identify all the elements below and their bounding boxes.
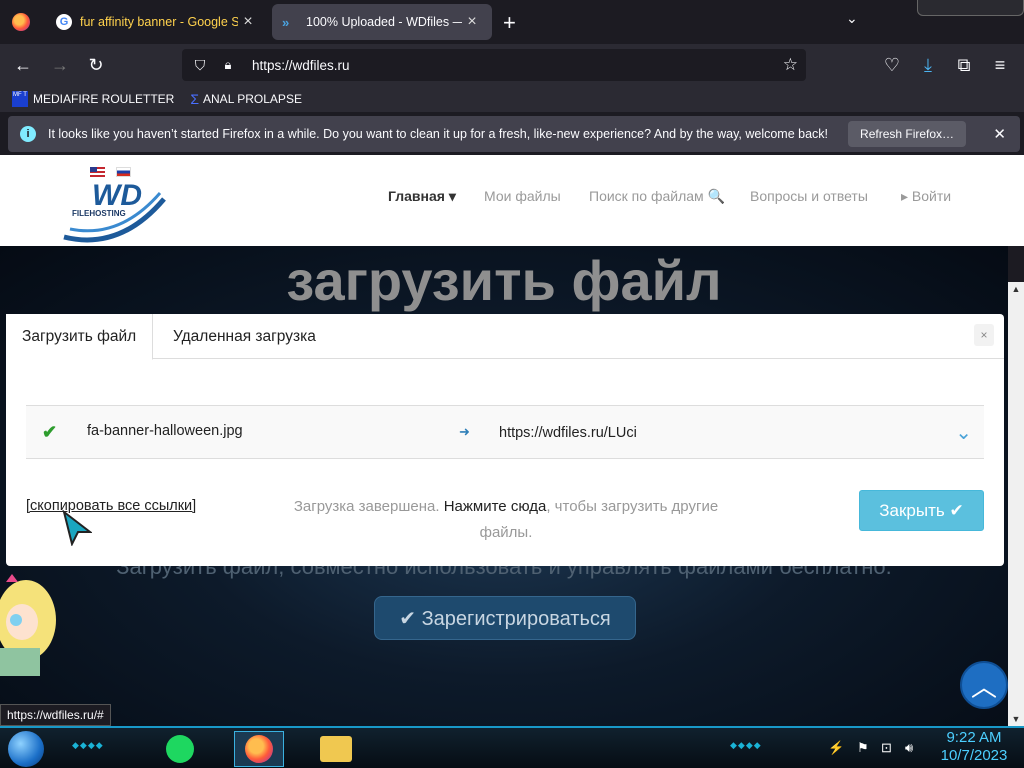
tab-upload-file[interactable]: Загрузить файл (6, 314, 154, 360)
status-text: Загрузка завершена. (293, 498, 444, 515)
copy-all-links[interactable]: [скопировать все ссылки] (26, 498, 196, 514)
logo-swoosh (63, 192, 166, 243)
nav-faq[interactable]: Вопросы и ответы (750, 188, 868, 204)
upload-modal: Загрузить файл Удаленная загрузка × ✔ fa… (6, 314, 1004, 566)
firefox-taskbar-app[interactable] (234, 731, 284, 767)
firefox-icon (245, 735, 273, 763)
tab-google[interactable]: G fur affinity banner - Google Sea × (46, 4, 268, 40)
site-header: WD FILEHOSTING Главная ▾ Мои файлы Поиск… (0, 155, 1024, 246)
tab-wdfiles[interactable]: » 100% Uploaded - WDfiles — фа × (272, 4, 492, 40)
chevron-down-icon[interactable]: ⌄ (955, 420, 972, 445)
tab-title: 100% Uploaded - WDfiles — фа (306, 15, 462, 29)
pocket-icon[interactable]: ♡ (879, 52, 905, 78)
uploaded-file-row: ✔ fa-banner-halloween.jpg ➜ https://wdfi… (26, 405, 984, 459)
taskbar-decoration: ◆◆◆◆ (730, 740, 762, 750)
nav-login[interactable]: ▸ Войти (901, 188, 951, 205)
volume-icon[interactable]: 🔊︎ (905, 740, 913, 756)
forward-icon[interactable]: → (47, 52, 73, 78)
tray-app-icon[interactable]: ⚡ (828, 740, 844, 756)
folder-icon (320, 736, 352, 762)
bookmarks-bar: MF T MEDIAFIRE ROULETTER Σ ANAL PROLAPSE (0, 86, 1024, 112)
refresh-firefox-button[interactable]: Refresh Firefox… (848, 121, 967, 147)
page-scrollbar[interactable]: ▲ ▼ (1008, 282, 1024, 726)
nav-search[interactable]: Поиск по файлам 🔍 (589, 188, 725, 205)
status-link-text: https://wdfiles.ru/# (0, 704, 111, 726)
scroll-to-top-button[interactable]: ︿ (960, 661, 1008, 709)
firefox-view-icon[interactable] (12, 13, 30, 31)
sigma-icon: Σ (190, 91, 200, 107)
info-icon: i (20, 126, 36, 142)
tab-strip: G fur affinity banner - Google Sea × » 1… (0, 0, 1024, 44)
hero-title: загрузить файл (286, 249, 722, 312)
mouse-cursor (62, 510, 92, 546)
bookmark-star-icon[interactable]: ☆ (783, 55, 798, 75)
notification-text: It looks like you haven’t started Firefo… (48, 127, 829, 141)
tab-close-icon[interactable]: × (462, 13, 482, 31)
arrow-right-icon: ➜ (459, 424, 470, 439)
firefox-notification-bar: i It looks like you haven’t started Fire… (8, 116, 1020, 152)
new-tab-icon[interactable]: + (503, 10, 516, 36)
nav-bar: ← → ↻ ⛉ 🔒︎ https://wdfiles.ru ☆ ♡ ⤓ ⧉ ≡ (0, 44, 1024, 86)
modal-tabs: Загрузить файл Удаленная загрузка × (6, 314, 1004, 360)
spotify-icon (166, 735, 194, 763)
bookmark-mediafire[interactable]: MF T MEDIAFIRE ROULETTER (12, 91, 174, 107)
tab-title: fur affinity banner - Google Sea (80, 15, 238, 29)
wdfiles-favicon-icon: » (282, 14, 290, 30)
start-button[interactable] (8, 731, 44, 767)
nav-home[interactable]: Главная ▾ (388, 188, 456, 205)
close-button[interactable]: Закрыть ✔ (859, 490, 984, 531)
clock-time: 9:22 AM (946, 729, 1002, 746)
bookmark-label: ANAL PROLAPSE (203, 92, 302, 106)
window-controls[interactable] (917, 0, 1024, 16)
register-button[interactable]: ✔ Зарегистрироваться (374, 596, 636, 640)
scroll-down-icon[interactable]: ▼ (1008, 714, 1024, 724)
list-all-tabs-icon[interactable]: ⌄ (846, 10, 858, 27)
url-text[interactable]: https://wdfiles.ru (252, 58, 350, 73)
scroll-up-icon[interactable]: ▲ (1008, 284, 1024, 294)
close-icon[interactable]: ✕ (993, 125, 1006, 143)
site-logo[interactable]: WD FILEHOSTING (60, 179, 170, 243)
nav-my-files[interactable]: Мои файлы (484, 188, 561, 204)
lock-icon[interactable]: 🔒︎ (218, 57, 238, 73)
back-icon[interactable]: ← (10, 52, 36, 78)
taskbar: ◆◆◆◆ ◆◆◆◆ ⚡ ⚑ ⊡ 🔊︎ 9:22 AM 10/7/2023 (0, 726, 1024, 768)
system-clock[interactable]: 9:22 AM 10/7/2023 (930, 729, 1018, 765)
extensions-icon[interactable]: ⧉ (951, 52, 977, 78)
tab-remote-upload[interactable]: Удаленная загрузка (157, 314, 332, 359)
download-icon[interactable]: ⤓ (915, 52, 941, 78)
file-link[interactable]: https://wdfiles.ru/LUci (499, 425, 637, 441)
url-bar[interactable]: ⛉ 🔒︎ https://wdfiles.ru ☆ (182, 49, 806, 81)
upload-status: Загрузка завершена. Нажмите сюда, чтобы … (276, 494, 736, 546)
spotify-taskbar-app[interactable] (160, 731, 200, 767)
tab-close-icon[interactable]: × (238, 13, 258, 31)
modal-close-icon[interactable]: × (974, 324, 994, 346)
network-icon[interactable]: ⊡ (881, 740, 892, 756)
upload-more-link[interactable]: Нажмите сюда (444, 498, 547, 515)
file-explorer-taskbar-app[interactable] (316, 731, 356, 767)
checkmark-icon: ✔ (42, 422, 58, 442)
russian-flag-icon[interactable] (116, 167, 131, 177)
anime-character-image (0, 574, 56, 676)
bookmark-label: MEDIAFIRE ROULETTER (33, 92, 175, 106)
taskbar-decoration: ◆◆◆◆ (72, 740, 104, 750)
bookmark-second[interactable]: Σ ANAL PROLAPSE (186, 91, 302, 107)
menu-icon[interactable]: ≡ (987, 52, 1013, 78)
flag-icon[interactable]: ⚑ (857, 740, 869, 756)
english-flag-icon[interactable] (90, 167, 105, 177)
google-icon: G (56, 14, 72, 30)
reload-icon[interactable]: ↻ (83, 52, 109, 78)
mediafire-icon: MF T (12, 91, 28, 107)
shield-icon[interactable]: ⛉ (190, 57, 210, 74)
clock-date: 10/7/2023 (940, 747, 1008, 764)
file-name: fa-banner-halloween.jpg (87, 423, 243, 439)
